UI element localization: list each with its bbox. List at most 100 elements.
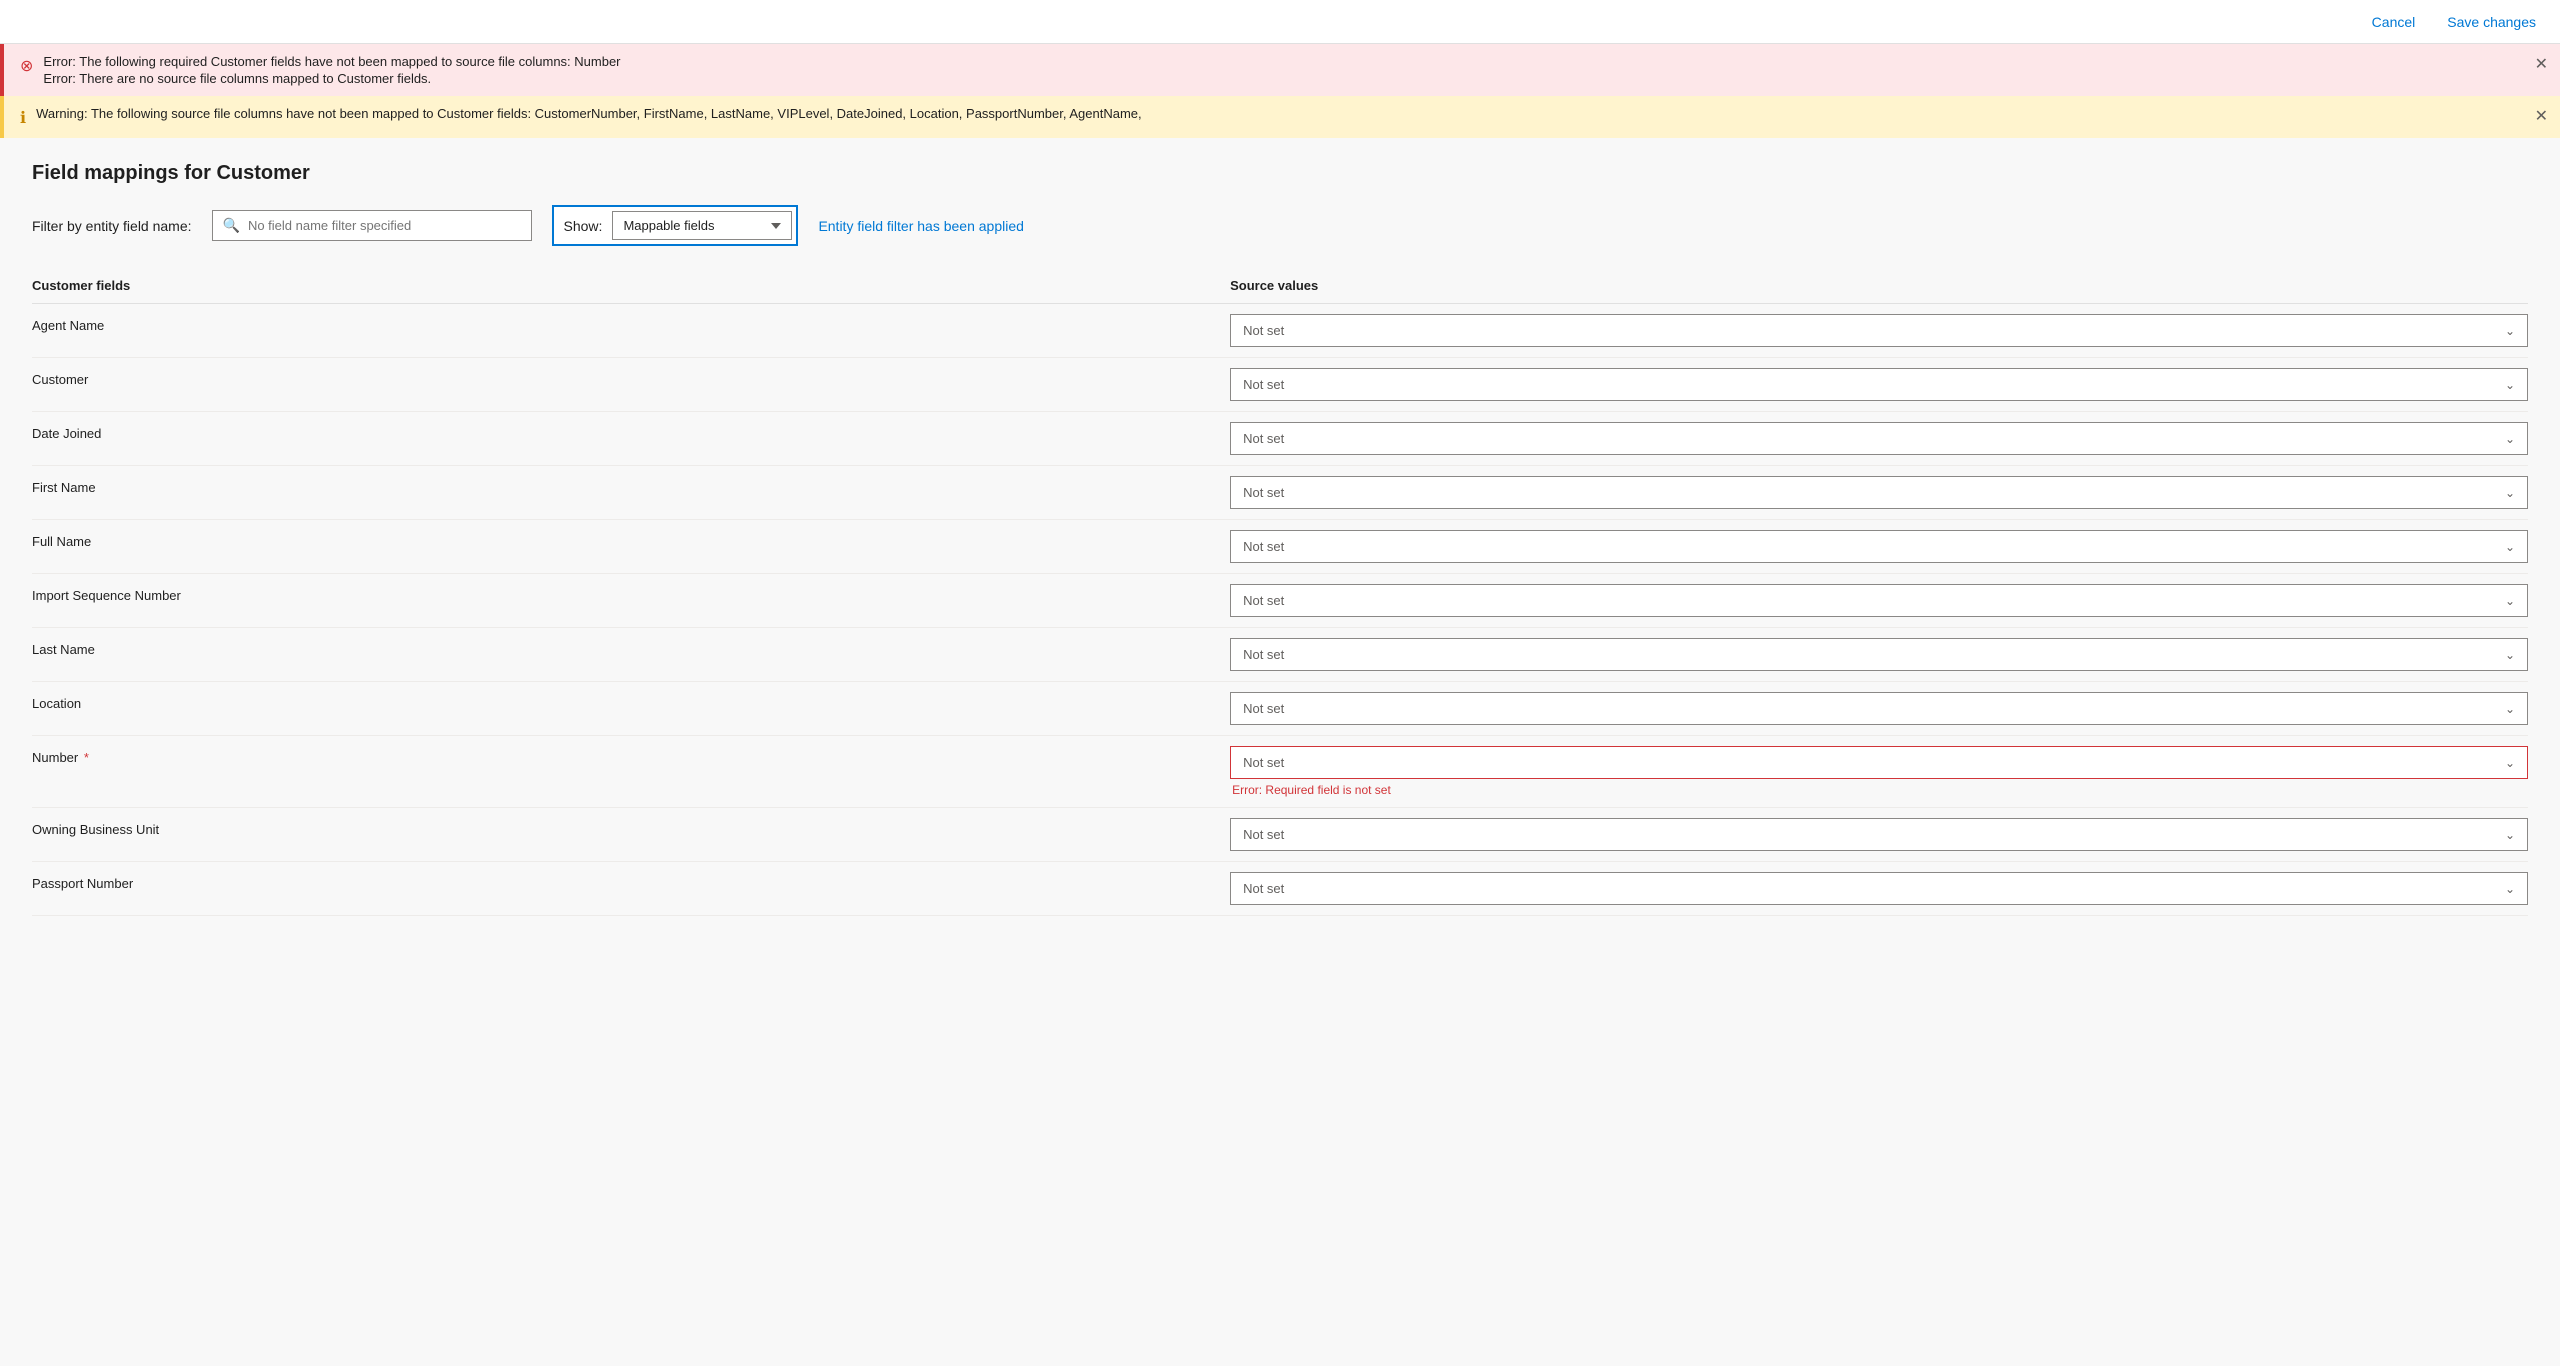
source-dropdown-value: Not set: [1243, 881, 1284, 896]
table-row: Last Name Not set ⌄: [32, 628, 2528, 682]
source-value-cell: Not set ⌄: [1230, 358, 2528, 412]
field-name-label: Agent Name: [32, 318, 104, 333]
field-mappings-table: Customer fields Source values Agent Name…: [32, 270, 2528, 916]
filter-input[interactable]: [248, 218, 521, 233]
entity-filter-link[interactable]: Entity field filter has been applied: [818, 218, 1023, 234]
field-name-cell: Last Name: [32, 628, 1230, 682]
filter-bar: Filter by entity field name: 🔍 Show: All…: [32, 205, 2528, 246]
field-name-label: Customer: [32, 372, 88, 387]
main-content: Field mappings for Customer Filter by en…: [0, 138, 2560, 940]
chevron-down-icon: ⌄: [2505, 648, 2515, 662]
source-value-cell: Not set⌄: [1230, 520, 2528, 574]
chevron-down-icon: ⌄: [2505, 702, 2515, 716]
source-dropdown-value: Not set: [1243, 539, 1284, 554]
field-name-cell: First Name: [32, 466, 1230, 520]
chevron-down-icon: ⌄: [2505, 828, 2515, 842]
save-changes-button[interactable]: Save changes: [2439, 10, 2544, 34]
table-row: Owning Business Unit Not set ⌄: [32, 808, 2528, 862]
field-name-label: Last Name: [32, 642, 95, 657]
error-text-1: Error: The following required Customer f…: [43, 54, 620, 69]
source-value-cell: Not set ⌄: [1230, 574, 2528, 628]
source-dropdown-value: Not set: [1243, 701, 1284, 716]
source-value-cell: Not set ⌄: [1230, 412, 2528, 466]
show-label: Show:: [558, 218, 603, 234]
field-error-message: Error: Required field is not set: [1230, 783, 2528, 797]
chevron-down-icon: ⌄: [2505, 432, 2515, 446]
source-dropdown[interactable]: Not set ⌄: [1230, 314, 2528, 347]
source-dropdown-value: Not set: [1243, 755, 1284, 770]
field-name-cell: Full Name: [32, 520, 1230, 574]
field-name-label: Location: [32, 696, 81, 711]
table-row: Customer Not set ⌄: [32, 358, 2528, 412]
chevron-down-icon: ⌄: [2505, 378, 2515, 392]
source-value-cell: Not set ⌄: [1230, 304, 2528, 358]
search-icon: 🔍: [223, 217, 240, 234]
chevron-down-icon: ⌄: [2505, 324, 2515, 338]
source-value-cell: Not set ⌄: [1230, 862, 2528, 916]
source-value-cell: Not set ⌄: [1230, 466, 2528, 520]
source-dropdown[interactable]: Not set ⌄: [1230, 476, 2528, 509]
error-banner-close-button[interactable]: ✕: [2535, 54, 2548, 74]
field-name-cell: Owning Business Unit: [32, 808, 1230, 862]
source-dropdown[interactable]: Not set ⌄: [1230, 584, 2528, 617]
field-name-label: First Name: [32, 480, 96, 495]
field-name-cell: Passport Number: [32, 862, 1230, 916]
field-name-cell: Date Joined: [32, 412, 1230, 466]
error-circle-icon: ⊗: [20, 56, 33, 76]
chevron-down-icon: ⌄: [2505, 756, 2515, 770]
filter-label: Filter by entity field name:: [32, 218, 192, 234]
col-header-source: Source values: [1230, 270, 2528, 304]
source-value-cell: Not set ⌄: [1230, 682, 2528, 736]
field-name-label: Full Name: [32, 534, 91, 549]
source-dropdown-value: Not set: [1243, 827, 1284, 842]
source-dropdown-value: Not set: [1243, 377, 1284, 392]
source-dropdown-value: Not set: [1243, 647, 1284, 662]
source-dropdown-value: Not set: [1243, 485, 1284, 500]
source-dropdown[interactable]: Not set ⌄: [1230, 422, 2528, 455]
field-name-cell: Agent Name: [32, 304, 1230, 358]
cancel-button[interactable]: Cancel: [2364, 10, 2424, 34]
table-row: Full Name Not set⌄: [32, 520, 2528, 574]
show-select[interactable]: All fields Mappable fields Mapped fields…: [612, 211, 792, 240]
table-row: Location Not set ⌄: [32, 682, 2528, 736]
field-name-label: Passport Number: [32, 876, 133, 891]
error-text-block: Error: The following required Customer f…: [43, 54, 620, 86]
show-section: Show: All fields Mappable fields Mapped …: [552, 205, 799, 246]
source-value-cell: Not set ⌄ Error: Required field is not set: [1230, 736, 2528, 808]
source-dropdown[interactable]: Not set ⌄: [1230, 872, 2528, 905]
warning-circle-icon: ℹ: [20, 108, 26, 128]
error-text-2: Error: There are no source file columns …: [43, 71, 620, 86]
field-name-label: Number: [32, 750, 78, 765]
table-row: Passport Number Not set ⌄: [32, 862, 2528, 916]
field-name-label: Owning Business Unit: [32, 822, 159, 837]
warning-banner-close-button[interactable]: ✕: [2535, 106, 2548, 126]
source-dropdown-value: Not set: [1243, 431, 1284, 446]
source-dropdown-value: Not set: [1243, 323, 1284, 338]
source-dropdown[interactable]: Not set ⌄: [1230, 818, 2528, 851]
source-dropdown[interactable]: Not set ⌄: [1230, 746, 2528, 779]
warning-banner: ℹ Warning: The following source file col…: [0, 96, 2560, 138]
field-name-cell: Location: [32, 682, 1230, 736]
field-name-cell: Number *: [32, 736, 1230, 808]
source-dropdown[interactable]: Not set⌄: [1230, 530, 2528, 563]
table-row: Date Joined Not set ⌄: [32, 412, 2528, 466]
field-name-cell: Import Sequence Number: [32, 574, 1230, 628]
col-header-customer: Customer fields: [32, 270, 1230, 304]
source-dropdown[interactable]: Not set ⌄: [1230, 368, 2528, 401]
table-row: Number * Not set ⌄ Error: Required field is…: [32, 736, 2528, 808]
required-star: *: [80, 750, 89, 765]
table-row: Import Sequence Number Not set ⌄: [32, 574, 2528, 628]
chevron-down-icon: ⌄: [2505, 594, 2515, 608]
source-dropdown[interactable]: Not set ⌄: [1230, 692, 2528, 725]
source-dropdown-value: Not set: [1243, 593, 1284, 608]
top-bar: Cancel Save changes: [0, 0, 2560, 44]
source-dropdown[interactable]: Not set ⌄: [1230, 638, 2528, 671]
error-banner: ⊗ Error: The following required Customer…: [0, 44, 2560, 96]
source-value-cell: Not set ⌄: [1230, 628, 2528, 682]
source-value-cell: Not set ⌄: [1230, 808, 2528, 862]
chevron-down-icon: ⌄: [2505, 486, 2515, 500]
table-row: Agent Name Not set ⌄: [32, 304, 2528, 358]
field-name-cell: Customer: [32, 358, 1230, 412]
field-name-label: Date Joined: [32, 426, 101, 441]
chevron-down-icon: ⌄: [2505, 882, 2515, 896]
